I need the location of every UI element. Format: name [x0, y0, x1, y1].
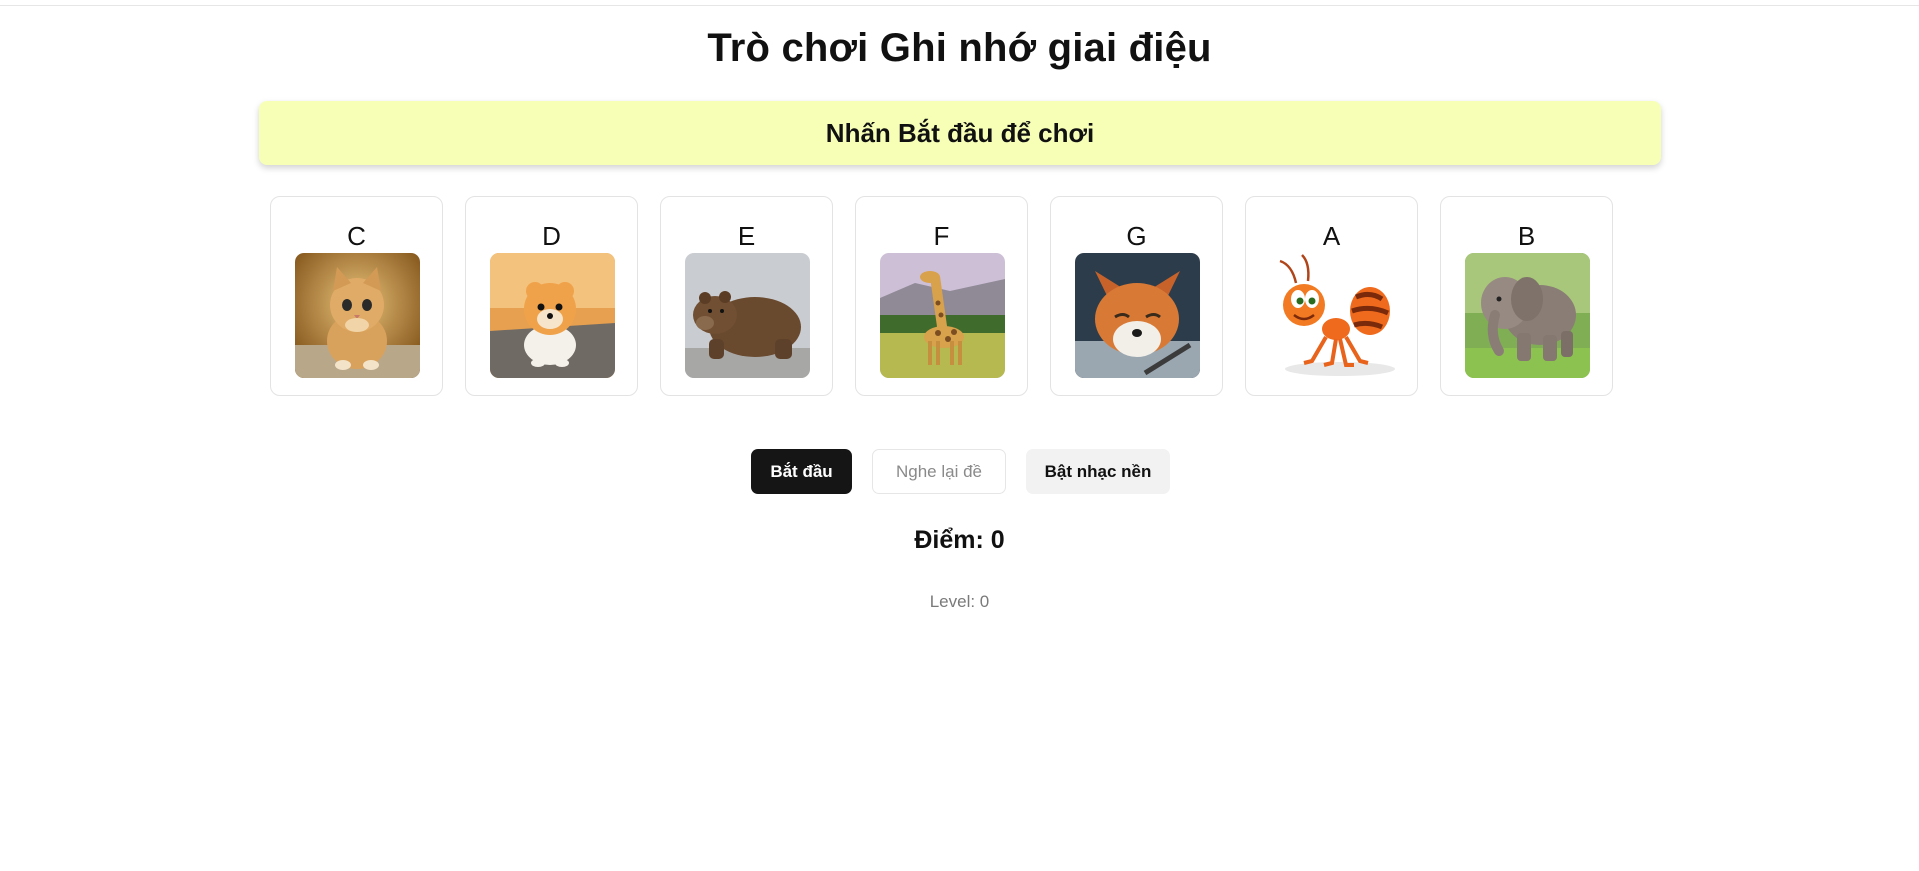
- score-display: Điểm: 0: [914, 526, 1005, 554]
- top-divider: [0, 5, 1919, 6]
- note-card-a[interactable]: A: [1245, 196, 1418, 396]
- note-card-b[interactable]: B: [1440, 196, 1613, 396]
- bear-image: [685, 253, 810, 378]
- kitten-image: [295, 253, 420, 378]
- note-label: D: [542, 221, 561, 251]
- note-cards: C D E F G A B: [270, 196, 1615, 398]
- page-title: Trò chơi Ghi nhớ giai điệu: [707, 26, 1212, 70]
- note-label: G: [1126, 221, 1147, 251]
- note-card-d[interactable]: D: [465, 196, 638, 396]
- note-label: C: [347, 221, 366, 251]
- status-banner: Nhấn Bắt đầu để chơi: [259, 101, 1661, 165]
- level-display: Level: 0: [929, 592, 990, 611]
- note-label: E: [737, 221, 756, 251]
- note-card-g[interactable]: G: [1050, 196, 1223, 396]
- music-toggle-button[interactable]: Bật nhạc nền: [1026, 449, 1170, 494]
- start-button[interactable]: Bắt đầu: [751, 449, 852, 494]
- note-label: F: [933, 221, 950, 251]
- ant-image: [1270, 253, 1395, 378]
- note-card-e[interactable]: E: [660, 196, 833, 396]
- note-card-c[interactable]: C: [270, 196, 443, 396]
- puppy-image: [490, 253, 615, 378]
- note-card-f[interactable]: F: [855, 196, 1028, 396]
- note-label: A: [1322, 221, 1341, 251]
- replay-button[interactable]: Nghe lại đề: [872, 449, 1006, 494]
- fox-image: [1075, 253, 1200, 378]
- note-label: B: [1517, 221, 1536, 251]
- elephant-image: [1465, 253, 1590, 378]
- giraffe-image: [880, 253, 1005, 378]
